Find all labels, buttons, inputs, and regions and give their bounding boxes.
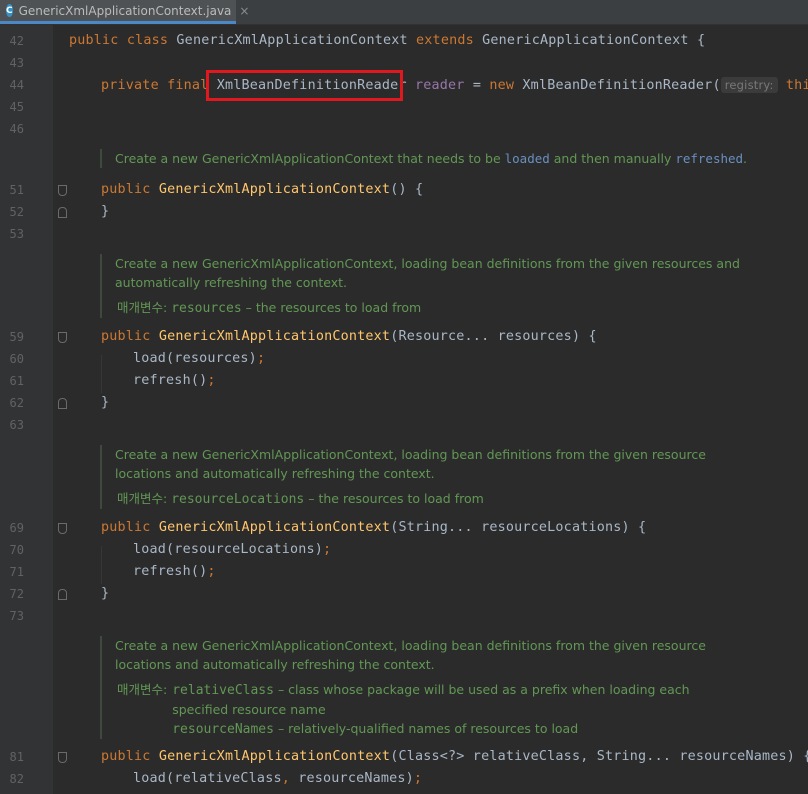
highlight-box — [206, 70, 403, 101]
java-class-icon: C — [6, 4, 13, 17]
editor-tab-bar: C GenericXmlApplicationContext.java × — [0, 0, 808, 25]
line-number: 73 — [9, 609, 24, 623]
line-number: 53 — [9, 227, 24, 241]
javadoc-block: Create a new GenericXmlApplicationContex… — [100, 149, 747, 168]
line-number: 45 — [9, 100, 24, 114]
code-line-81[interactable]: public GenericXmlApplicationContext(Clas… — [101, 746, 808, 768]
code-line-60[interactable]: load(resources); — [133, 348, 265, 370]
code-line-42[interactable]: public class GenericXmlApplicationContex… — [69, 30, 705, 52]
javadoc-block: Create a new GenericXmlApplicationContex… — [100, 636, 706, 739]
line-number: 63 — [9, 418, 24, 432]
code-line-72[interactable]: } — [101, 583, 109, 605]
javadoc-block: Create a new GenericXmlApplicationContex… — [100, 445, 706, 509]
code-line-52[interactable]: } — [101, 201, 109, 223]
line-number: 46 — [9, 122, 24, 136]
code-line-62[interactable]: } — [101, 392, 109, 414]
close-icon[interactable]: × — [239, 4, 249, 18]
code-line-59[interactable]: public GenericXmlApplicationContext(Reso… — [101, 326, 597, 348]
code-line-82[interactable]: load(relativeClass, resourceNames); — [133, 768, 422, 790]
line-number: 43 — [9, 56, 24, 70]
code-line-61[interactable]: refresh(); — [133, 370, 216, 392]
code-editor[interactable]: 42 43 44 45 46 51 52 53 59 60 61 62 63 6… — [0, 25, 808, 794]
tab-label: GenericXmlApplicationContext.java — [18, 3, 232, 18]
code-line-71[interactable]: refresh(); — [133, 561, 216, 583]
code-line-51[interactable]: public GenericXmlApplicationContext() { — [101, 179, 423, 201]
tab-generic-xml-application-context[interactable]: C GenericXmlApplicationContext.java × — [0, 0, 249, 24]
javadoc-block: Create a new GenericXmlApplicationContex… — [100, 254, 740, 318]
parameter-hint: registry: — [720, 77, 778, 93]
code-line-70[interactable]: load(resourceLocations); — [133, 539, 331, 561]
code-line-69[interactable]: public GenericXmlApplicationContext(Stri… — [101, 517, 646, 539]
